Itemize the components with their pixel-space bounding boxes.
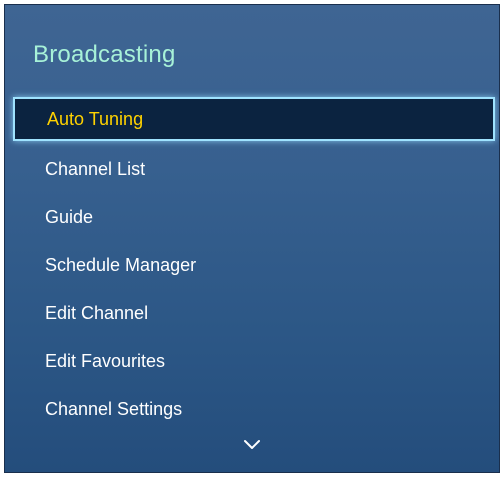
broadcasting-menu-panel: Broadcasting Auto Tuning Channel List Gu… xyxy=(4,4,500,473)
menu-item-guide[interactable]: Guide xyxy=(5,193,499,241)
menu-item-auto-tuning[interactable]: Auto Tuning xyxy=(13,97,495,141)
menu-item-schedule-manager[interactable]: Schedule Manager xyxy=(5,241,499,289)
menu-item-edit-channel[interactable]: Edit Channel xyxy=(5,289,499,337)
menu-item-channel-list[interactable]: Channel List xyxy=(5,145,499,193)
menu-title: Broadcasting xyxy=(33,41,176,68)
menu-item-channel-settings[interactable]: Channel Settings xyxy=(5,385,499,433)
chevron-down-icon[interactable] xyxy=(242,438,262,452)
menu-list: Auto Tuning Channel List Guide Schedule … xyxy=(5,97,499,433)
menu-item-edit-favourites[interactable]: Edit Favourites xyxy=(5,337,499,385)
